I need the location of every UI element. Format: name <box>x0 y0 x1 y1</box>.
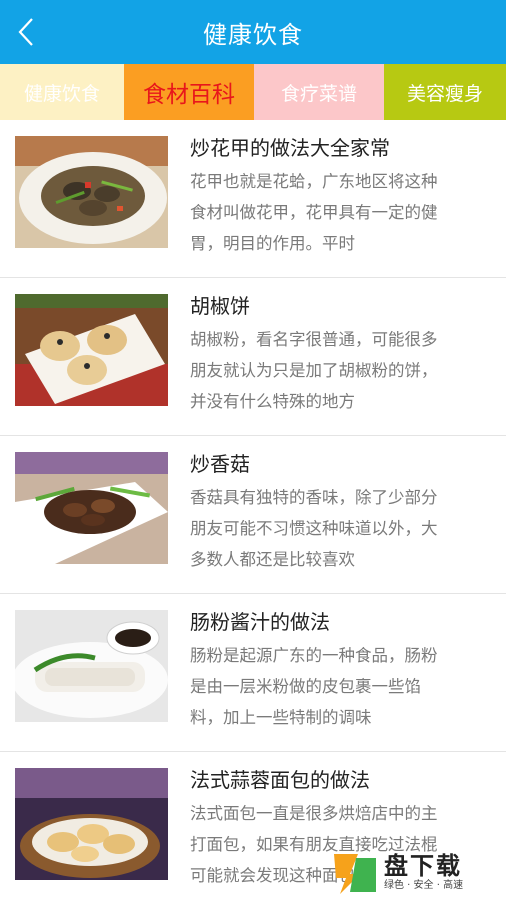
list-item[interactable]: 炒香菇 香菇具有独特的香味，除了少部分 朋友可能不习惯这种味道以外，大 多数人都… <box>0 436 506 594</box>
article-summary: 胡椒粉，看名字很普通，可能很多 朋友就认为只是加了胡椒粉的饼， 并没有什么特殊的… <box>190 330 438 411</box>
article-title: 胡椒饼 <box>190 294 250 318</box>
back-button[interactable] <box>6 12 46 52</box>
article-title: 炒香菇 <box>190 452 250 476</box>
list-item[interactable]: 肠粉酱汁的做法 肠粉是起源广东的一种食品，肠粉 是由一层米粉做的皮包裹一些馅 料… <box>0 594 506 752</box>
article-summary: 香菇具有独特的香味，除了少部分 朋友可能不习惯这种味道以外，大 多数人都还是比较… <box>190 488 438 569</box>
category-tabs: 健康饮食 食材百科 食疗菜谱 美容瘦身 <box>0 64 506 120</box>
watermark: 盘下载 绿色 · 安全 · 高速 <box>330 846 506 900</box>
article-summary: 肠粉是起源广东的一种食品，肠粉 是由一层米粉做的皮包裹一些馅 料，加上一些特制的… <box>190 646 438 727</box>
list-item[interactable]: 炒花甲的做法大全家常 花甲也就是花蛤，广东地区将这种 食材叫做花甲，花甲具有一定… <box>0 120 506 278</box>
article-list: 炒花甲的做法大全家常 花甲也就是花蛤，广东地区将这种 食材叫做花甲，花甲具有一定… <box>0 120 506 900</box>
article-summary: 花甲也就是花蛤，广东地区将这种 食材叫做花甲，花甲具有一定的健 胃，明目的作用。… <box>190 172 438 253</box>
tab-healthy-diet[interactable]: 健康饮食 <box>0 64 124 120</box>
tab-therapy-recipes[interactable]: 食疗菜谱 <box>254 64 384 120</box>
dish-image <box>15 294 168 406</box>
watermark-title: 盘下载 <box>384 852 462 880</box>
article-title: 法式蒜蓉面包的做法 <box>190 768 370 792</box>
dish-image <box>15 768 168 880</box>
chevron-left-icon <box>18 18 33 46</box>
dish-image <box>15 610 168 722</box>
dish-image <box>15 452 168 564</box>
tab-ingredients[interactable]: 食材百科 <box>124 64 254 120</box>
watermark-slogan: 绿色 · 安全 · 高速 <box>384 880 464 891</box>
dish-image <box>15 136 168 248</box>
article-title: 炒花甲的做法大全家常 <box>190 136 390 160</box>
top-bar: 健康饮食 <box>0 0 506 64</box>
list-item[interactable]: 胡椒饼 胡椒粉，看名字很普通，可能很多 朋友就认为只是加了胡椒粉的饼， 并没有什… <box>0 278 506 436</box>
download-logo-icon <box>334 854 376 894</box>
tab-beauty-slimming[interactable]: 美容瘦身 <box>384 64 506 120</box>
article-title: 肠粉酱汁的做法 <box>190 610 330 634</box>
page-title: 健康饮食 <box>203 20 303 49</box>
